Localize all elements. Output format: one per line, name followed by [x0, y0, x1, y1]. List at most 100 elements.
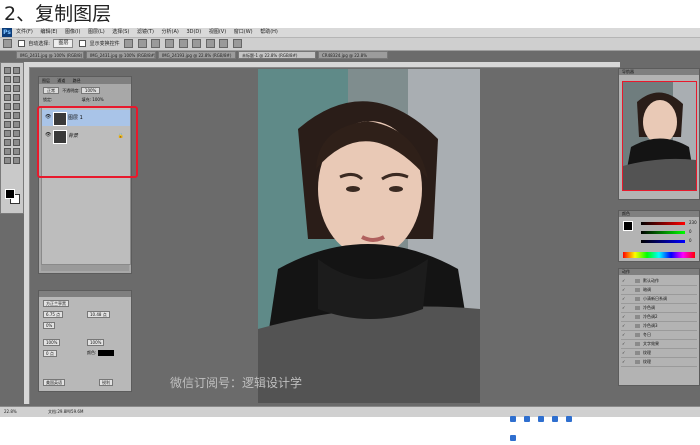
- menu-window[interactable]: 窗口(W): [234, 29, 253, 35]
- tab-doc-2[interactable]: IMG_2431.jpg @ 100% (RGB/8#): [86, 51, 156, 59]
- eyedropper-icon[interactable]: [13, 85, 20, 92]
- action-item[interactable]: ✓ 文字效果: [621, 340, 697, 349]
- baseline-input[interactable]: 0 点: [43, 350, 57, 357]
- transform-checkbox[interactable]: [79, 40, 87, 47]
- tab-doc-3[interactable]: IMG_24193.jpg @ 22.8% (RGB/8#): [158, 51, 236, 59]
- hand-tool-icon[interactable]: [4, 157, 11, 164]
- action-item[interactable]: ✓ 冷色调3: [621, 322, 697, 331]
- menu-layer[interactable]: 图层(L): [88, 29, 105, 35]
- action-item[interactable]: ✓ 小清新日系调: [621, 295, 697, 304]
- tray-icon[interactable]: [510, 435, 516, 441]
- document-tabs: IMG_2431.jpg @ 100% (RGB/8) IMG_2431.jpg…: [16, 51, 616, 59]
- leading-input[interactable]: 10.48 点: [87, 311, 110, 318]
- action-item[interactable]: ✓ 暗调: [621, 286, 697, 295]
- distribute-3-icon[interactable]: [233, 39, 243, 48]
- crop-tool-icon[interactable]: [4, 85, 11, 92]
- opacity-input[interactable]: 100%: [80, 87, 101, 94]
- align-right-icon[interactable]: [192, 39, 202, 48]
- menu-help[interactable]: 帮助(H): [260, 29, 278, 35]
- green-slider[interactable]: [641, 231, 685, 234]
- blue-slider[interactable]: [641, 240, 685, 243]
- blur-tool-icon[interactable]: [4, 121, 11, 128]
- auto-select-dropdown[interactable]: 图层: [53, 39, 74, 48]
- lock-label: 锁定:: [43, 97, 53, 102]
- tab-doc-4[interactable]: 未标题-1 @ 22.8% (RGB/8#): [238, 51, 316, 59]
- action-item[interactable]: ✓ 默认动作: [621, 277, 697, 286]
- move-tool-icon[interactable]: [4, 67, 11, 74]
- tab-layers[interactable]: 图层: [42, 78, 50, 83]
- system-tray: [510, 407, 580, 441]
- tracking-input[interactable]: 0%: [43, 322, 56, 329]
- action-item[interactable]: ✓ 纹理: [621, 358, 697, 367]
- color-label: 颜色:: [87, 350, 97, 355]
- tray-icon[interactable]: [510, 416, 516, 422]
- navigator-thumbnail[interactable]: [622, 81, 697, 191]
- horizontal-scale-input[interactable]: 100%: [87, 339, 105, 346]
- fill-input[interactable]: 100%: [92, 97, 103, 102]
- auto-select-checkbox[interactable]: [17, 40, 25, 47]
- tab-paths[interactable]: 路径: [73, 78, 81, 83]
- menu-view[interactable]: 视图(V): [209, 29, 226, 35]
- foreground-color-swatch[interactable]: [5, 189, 15, 199]
- action-item[interactable]: ✓ 纹理: [621, 349, 697, 358]
- menu-image[interactable]: 图像(I): [65, 29, 80, 35]
- menu-file[interactable]: 文件(F): [16, 29, 33, 35]
- zoom-tool-icon[interactable]: [13, 157, 20, 164]
- distribute-icon[interactable]: [205, 39, 215, 48]
- align-center-icon[interactable]: [178, 39, 188, 48]
- menu-analysis[interactable]: 分析(A): [162, 29, 179, 35]
- action-item[interactable]: ✓ 冷色调2: [621, 313, 697, 322]
- clone-stamp-icon[interactable]: [4, 103, 11, 110]
- language-select[interactable]: 美国英语: [43, 379, 65, 386]
- blue-value[interactable]: 0: [689, 238, 692, 243]
- dodge-tool-icon[interactable]: [13, 121, 20, 128]
- zoom-readout[interactable]: 22.8%: [4, 409, 17, 414]
- tab-doc-1[interactable]: IMG_2431.jpg @ 100% (RGB/8): [16, 51, 84, 59]
- tray-icon[interactable]: [524, 416, 531, 422]
- red-slider[interactable]: [641, 222, 685, 225]
- healing-brush-icon[interactable]: [4, 94, 11, 101]
- tab-channels[interactable]: 通道: [57, 78, 65, 83]
- menu-filter[interactable]: 滤镜(T): [137, 29, 154, 35]
- font-size-input[interactable]: 6.75 点: [43, 311, 64, 318]
- menu-edit[interactable]: 编辑(E): [40, 29, 57, 35]
- tab-doc-5[interactable]: CR48324.jpg @ 22.8%: [318, 51, 388, 59]
- tray-icon[interactable]: [552, 416, 559, 422]
- move-tool-icon[interactable]: [3, 39, 12, 48]
- action-item[interactable]: ✓ 冬日: [621, 331, 697, 340]
- vertical-scale-input[interactable]: 100%: [43, 339, 61, 346]
- lasso-tool-icon[interactable]: [4, 76, 11, 83]
- blend-mode-select[interactable]: 正常: [43, 87, 59, 94]
- color-spectrum[interactable]: [623, 252, 695, 258]
- path-select-icon[interactable]: [4, 139, 11, 146]
- tray-icon[interactable]: [566, 416, 573, 422]
- type-tool-icon[interactable]: [13, 130, 20, 137]
- align-top-icon[interactable]: [124, 39, 134, 48]
- tray-icon[interactable]: [538, 416, 545, 422]
- align-bottom-icon[interactable]: [151, 39, 161, 48]
- brush-tool-icon[interactable]: [13, 94, 20, 101]
- pen-tool-icon[interactable]: [4, 130, 11, 137]
- auto-select-label: 自动选择:: [28, 41, 50, 47]
- marquee-tool-icon[interactable]: [13, 67, 20, 74]
- shape-tool-icon[interactable]: [13, 139, 20, 146]
- font-family-select[interactable]: 方正兰亭黑: [43, 300, 69, 307]
- fg-color-swatch[interactable]: [623, 221, 633, 231]
- 3d-rotate-icon[interactable]: [4, 148, 11, 155]
- antialias-select[interactable]: 锐利: [99, 379, 113, 386]
- red-value[interactable]: 230: [689, 220, 697, 225]
- document-canvas[interactable]: [258, 69, 480, 403]
- gradient-tool-icon[interactable]: [13, 112, 20, 119]
- align-left-icon[interactable]: [165, 39, 175, 48]
- distribute-2-icon[interactable]: [219, 39, 229, 48]
- magic-wand-icon[interactable]: [13, 76, 20, 83]
- text-color-swatch[interactable]: [97, 350, 114, 356]
- menu-select[interactable]: 选择(S): [112, 29, 129, 35]
- green-value[interactable]: 0: [689, 229, 692, 234]
- menu-3d[interactable]: 3D(D): [186, 29, 201, 35]
- history-brush-icon[interactable]: [13, 103, 20, 110]
- align-middle-icon[interactable]: [137, 39, 147, 48]
- action-item[interactable]: ✓ 冷色调: [621, 304, 697, 313]
- 3d-orbit-icon[interactable]: [13, 148, 20, 155]
- eraser-icon[interactable]: [4, 112, 11, 119]
